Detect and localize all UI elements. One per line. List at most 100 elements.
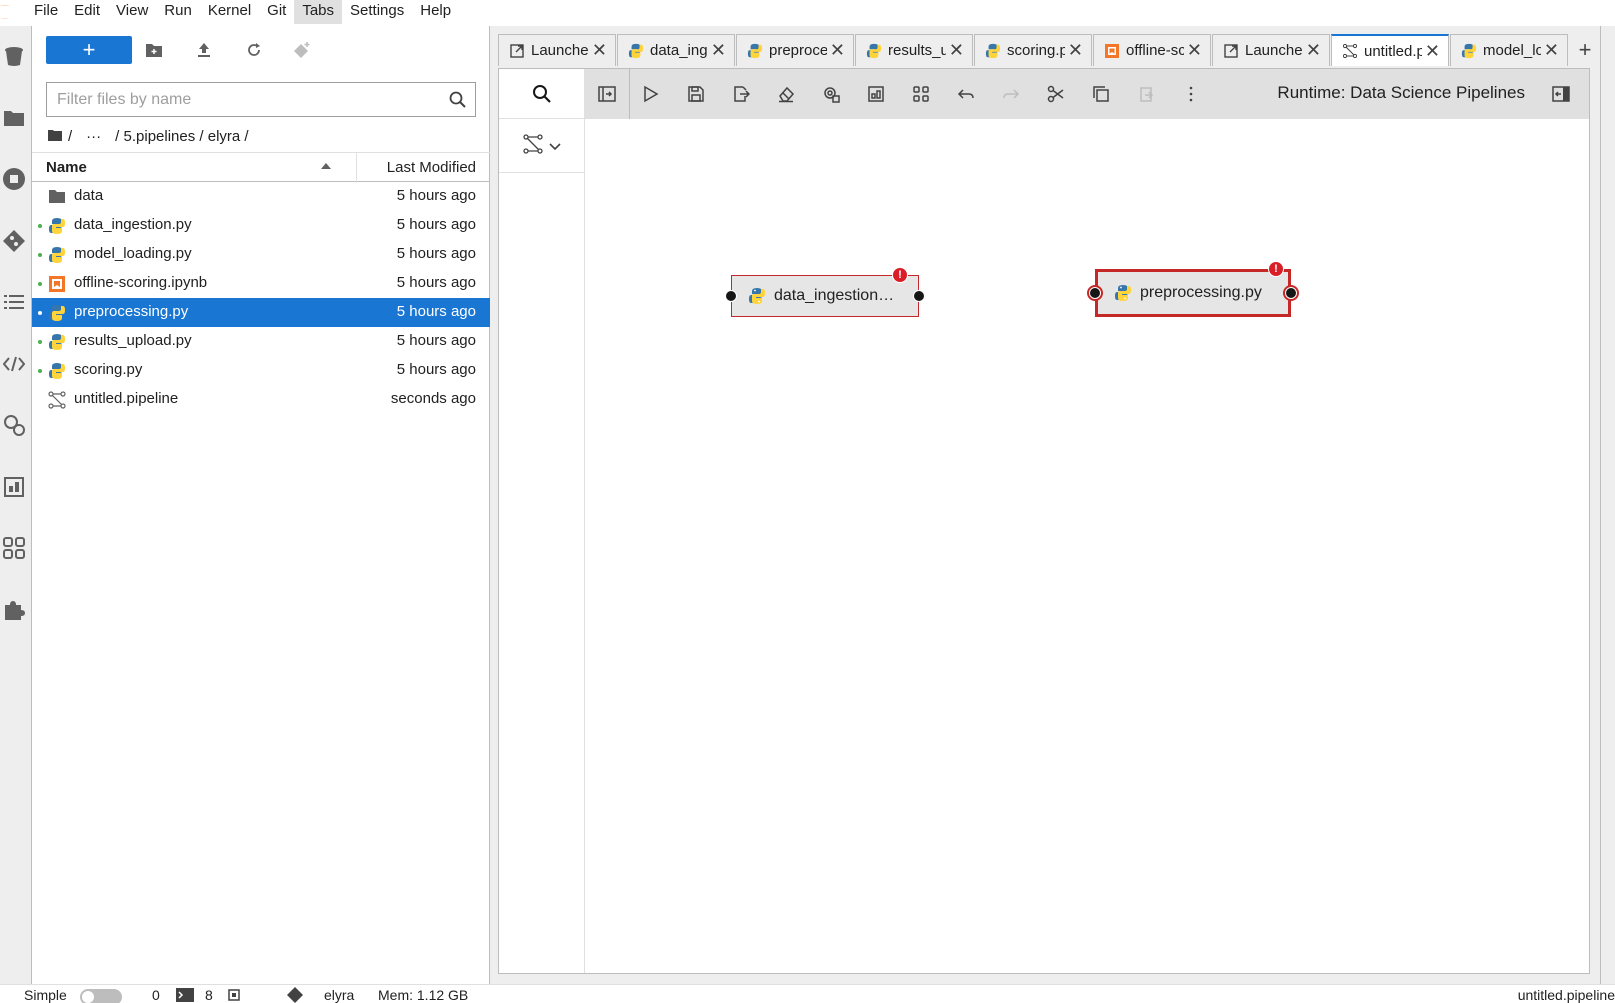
node-error-badge[interactable]: ! [892,267,908,283]
close-icon[interactable]: ✕ [1306,41,1321,59]
name-column-header[interactable]: Name [46,159,87,176]
close-icon[interactable]: ✕ [949,41,964,59]
runtimes-icon[interactable] [0,409,28,441]
table-of-contents-icon[interactable] [0,286,28,318]
close-icon[interactable]: ✕ [711,41,726,59]
file-row-data-ingestion-py[interactable]: data_ingestion.py 5 hours ago [32,211,490,240]
run-pipeline-icon[interactable] [637,80,665,108]
open-panel-icon[interactable] [593,80,621,108]
pipeline-node-preprocessing[interactable]: preprocessing.py ! [1089,261,1297,317]
palette-search-icon[interactable] [499,69,584,119]
menu-view[interactable]: View [108,0,156,24]
undo-icon[interactable] [952,80,980,108]
pipeline-node-data-ingestion[interactable]: data_ingestion… ! [725,267,925,317]
close-icon[interactable]: ✕ [1187,41,1202,59]
tab-label: scoring.py [1007,42,1065,59]
menu-edit[interactable]: Edit [66,0,108,24]
file-row-scoring-py[interactable]: scoring.py 5 hours ago [32,356,490,385]
terminals-count[interactable]: 8 [205,987,213,1003]
code-snippets-icon[interactable] [0,348,28,380]
refresh-icon[interactable] [240,36,268,64]
tab-model-loading-py[interactable]: model_loading.py✕ [1450,34,1568,66]
clear-pipeline-icon[interactable] [772,80,800,108]
filter-files-input[interactable] [57,90,437,109]
file-filter [46,82,476,117]
menu-file[interactable]: File [26,0,66,24]
column-divider[interactable] [356,153,357,183]
running-sessions-icon[interactable] [0,163,28,195]
close-icon[interactable]: ✕ [1068,41,1083,59]
close-icon[interactable]: ✕ [1425,42,1440,60]
menu-git[interactable]: Git [259,0,294,24]
git-branch-label[interactable]: elyra [324,987,354,1003]
copy-icon[interactable] [1087,80,1115,108]
file-row-untitled-pipeline[interactable]: untitled.pipeline seconds ago [32,385,490,414]
menu-kernel[interactable]: Kernel [200,0,259,24]
runtime-images-icon[interactable] [0,471,28,503]
more-options-icon[interactable] [1177,80,1205,108]
open-component-catalogs-icon[interactable] [907,80,935,108]
file-list: data 5 hours ago data_ingestion.py 5 hours … [32,182,490,414]
node-output-port[interactable] [1285,287,1297,299]
menu-help[interactable]: Help [412,0,459,24]
close-icon[interactable]: ✕ [830,41,845,59]
palette-category-toggle[interactable] [499,119,584,173]
kernels-count[interactable]: 0 [152,987,160,1003]
menu-run[interactable]: Run [156,0,200,24]
add-tab-icon[interactable]: + [1569,34,1601,66]
tab-data-ingestion-py[interactable]: data_ingestion.py✕ [617,34,735,66]
paste-icon[interactable] [1132,80,1160,108]
open-runtime-images-icon[interactable] [862,80,890,108]
breadcrumb-home-folder-icon[interactable] [48,128,62,145]
open-runtimes-icon[interactable] [817,80,845,108]
git-clone-icon[interactable] [288,36,316,64]
tab-offline-scoring-ipynb[interactable]: offline-scoring.ipynb✕ [1093,34,1211,66]
file-modified: 5 hours ago [396,361,476,378]
trash-icon[interactable] [0,40,28,72]
node-error-badge[interactable]: ! [1268,261,1284,277]
new-launcher-button[interactable]: + [46,36,132,64]
cut-icon[interactable] [1042,80,1070,108]
file-row-offline-scoring-ipynb[interactable]: offline-scoring.ipynb 5 hours ago [32,269,490,298]
tab-results-upload-py[interactable]: results_upload.py✕ [855,34,973,66]
status-bar: Simple 0 8 elyra Mem: 1.12 GB untitled.p… [0,984,1615,1003]
tab-preprocessing-py[interactable]: preprocessing.py✕ [736,34,854,66]
file-row-preprocessing-py[interactable]: preprocessing.py 5 hours ago [32,298,490,327]
tab-scoring-py[interactable]: scoring.py✕ [974,34,1092,66]
tab-launcher[interactable]: Launcher ✕ [1212,34,1330,66]
node-input-port[interactable] [1089,287,1101,299]
python-icon [866,43,882,59]
breadcrumb-root[interactable]: / [68,128,72,145]
tab-launcher[interactable]: Launcher ✕ [498,34,616,66]
close-icon[interactable]: ✕ [592,41,607,59]
export-pipeline-icon[interactable] [727,80,755,108]
git-icon[interactable] [0,225,28,257]
menu-settings[interactable]: Settings [342,0,412,24]
file-row-results-upload-py[interactable]: results_upload.py 5 hours ago [32,327,490,356]
terminal-icon [176,988,194,1003]
file-row-model-loading-py[interactable]: model_loading.py 5 hours ago [32,240,490,269]
extensions-icon[interactable] [0,594,28,626]
component-catalogs-icon[interactable] [0,532,28,564]
save-pipeline-icon[interactable] [682,80,710,108]
folder-icon[interactable] [0,102,28,134]
file-modified: 5 hours ago [396,332,476,349]
file-list-header: Name Last Modified [32,152,490,183]
toggle-properties-panel-icon[interactable] [1547,80,1575,108]
node-input-port[interactable] [725,290,737,302]
breadcrumb: / ··· / 5.pipelines / elyra / [48,126,249,146]
file-row-data[interactable]: data 5 hours ago [32,182,490,211]
node-palette [499,69,585,973]
simple-mode-toggle[interactable] [80,989,122,1003]
close-icon[interactable]: ✕ [1544,41,1559,59]
last-modified-column-header[interactable]: Last Modified [387,159,476,176]
tab-untitled-pipeline[interactable]: untitled.pipeline✕ [1331,34,1449,66]
redo-icon[interactable] [997,80,1025,108]
new-folder-icon[interactable] [140,36,168,64]
menu-tabs[interactable]: Tabs [294,0,343,24]
upload-icon[interactable] [190,36,218,64]
breadcrumb-ellipsis[interactable]: ··· [86,128,101,145]
breadcrumb-path[interactable]: / 5.pipelines / elyra / [115,128,248,145]
pipeline-canvas[interactable]: data_ingestion… ! preprocessing.py ! [585,119,1589,973]
node-output-port[interactable] [913,290,925,302]
